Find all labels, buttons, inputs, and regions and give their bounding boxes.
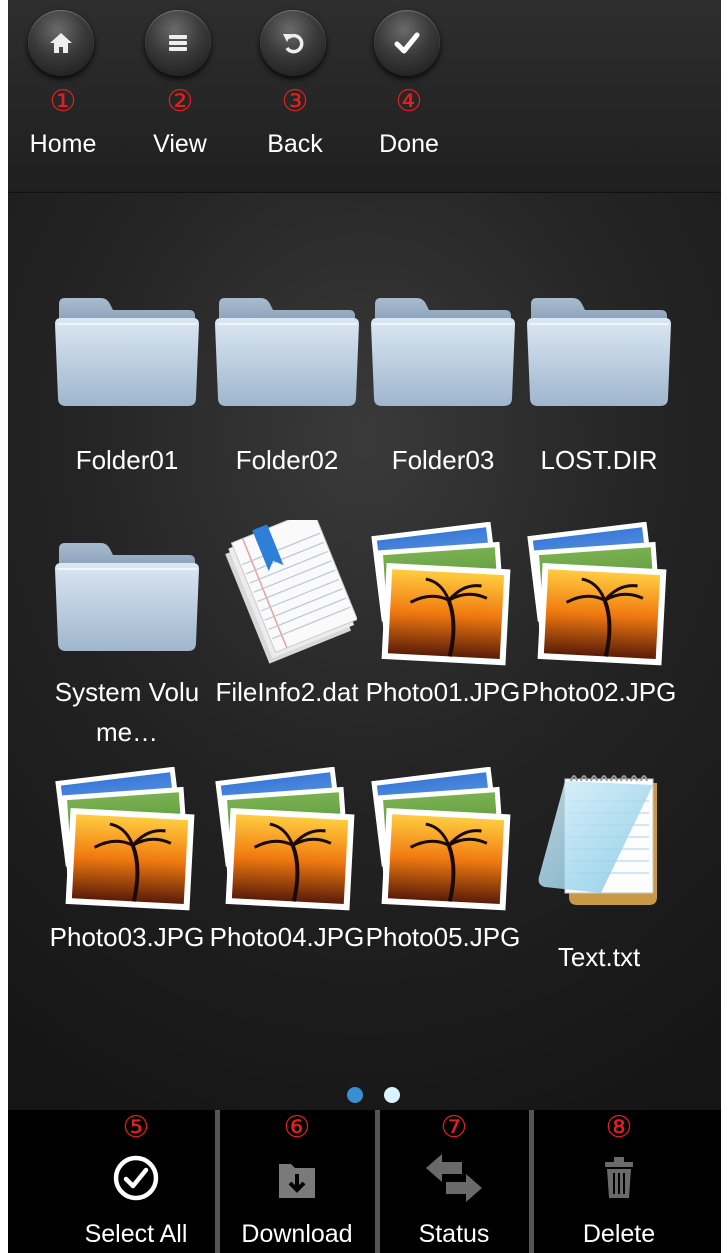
- folder-icon: [51, 275, 203, 425]
- status-button[interactable]: ⑦ Status: [380, 1110, 528, 1253]
- back-button[interactable]: ③ Back: [240, 0, 350, 192]
- folder-icon: [523, 275, 675, 425]
- photo-icon: [211, 765, 363, 915]
- app-screen: ① Home ② View ③ Back ④ Done Folder01 Fol…: [8, 0, 721, 1253]
- page-indicator: [8, 1087, 721, 1107]
- done-button[interactable]: ④ Done: [354, 0, 464, 192]
- page-dot-1[interactable]: [347, 1087, 363, 1103]
- page-dot-2-active[interactable]: [384, 1087, 400, 1103]
- annotation-number: ⑤: [122, 1111, 150, 1144]
- notepad-icon: [523, 765, 675, 915]
- status-label: Status: [418, 1220, 490, 1248]
- annotation-number: ①: [49, 85, 77, 118]
- file-name: Folder03: [391, 445, 495, 475]
- annotation-number: ④: [395, 85, 423, 118]
- file-name: FileInfo2.dat: [215, 677, 359, 707]
- select-all-icon: [58, 1150, 214, 1206]
- file-name: Text.txt: [557, 942, 641, 972]
- list-icon: [145, 10, 211, 76]
- file-name: Photo02.JPG: [521, 677, 677, 707]
- view-label: View: [153, 130, 207, 158]
- select-all-label: Select All: [84, 1220, 188, 1248]
- folder-icon: [211, 275, 363, 425]
- top-toolbar: ① Home ② View ③ Back ④ Done: [8, 0, 721, 193]
- file-name: Folder02: [235, 445, 339, 475]
- file-name: Photo03.JPG: [49, 922, 205, 952]
- home-label: Home: [29, 130, 97, 158]
- download-label: Download: [241, 1220, 353, 1248]
- file-name: Photo05.JPG: [365, 922, 521, 952]
- back-label: Back: [267, 130, 323, 158]
- annotation-number: ⑥: [283, 1111, 311, 1144]
- file-name: Folder01: [75, 445, 179, 475]
- file-name: Photo01.JPG: [365, 677, 521, 707]
- check-icon: [374, 10, 440, 76]
- annotation-number: ⑧: [605, 1111, 633, 1144]
- annotation-number: ⑦: [440, 1111, 468, 1144]
- home-button[interactable]: ① Home: [8, 0, 118, 192]
- file-name: System Volume…: [54, 677, 200, 747]
- download-button[interactable]: ⑥ Download: [220, 1110, 374, 1253]
- delete-label: Delete: [582, 1220, 656, 1248]
- trash-icon: [534, 1150, 704, 1206]
- photo-icon: [367, 520, 519, 670]
- photo-icon: [367, 765, 519, 915]
- status-icon: [380, 1150, 528, 1206]
- select-all-button[interactable]: ⑤ Select All: [58, 1110, 214, 1253]
- annotation-number: ③: [281, 85, 309, 118]
- document-icon: [211, 520, 363, 670]
- bottom-toolbar: ⑤ Select All ⑥ Download ⑦ Status ⑧ Delet…: [8, 1110, 721, 1253]
- view-button[interactable]: ② View: [125, 0, 235, 192]
- file-name: Photo04.JPG: [209, 922, 365, 952]
- download-icon: [220, 1150, 374, 1206]
- folder-icon: [51, 520, 203, 670]
- file-name: LOST.DIR: [540, 445, 658, 475]
- delete-button[interactable]: ⑧ Delete: [534, 1110, 704, 1253]
- done-label: Done: [379, 130, 439, 158]
- photo-icon: [51, 765, 203, 915]
- annotation-number: ②: [166, 85, 194, 118]
- folder-icon: [367, 275, 519, 425]
- home-icon: [28, 10, 94, 76]
- photo-icon: [523, 520, 675, 670]
- back-icon: [260, 10, 326, 76]
